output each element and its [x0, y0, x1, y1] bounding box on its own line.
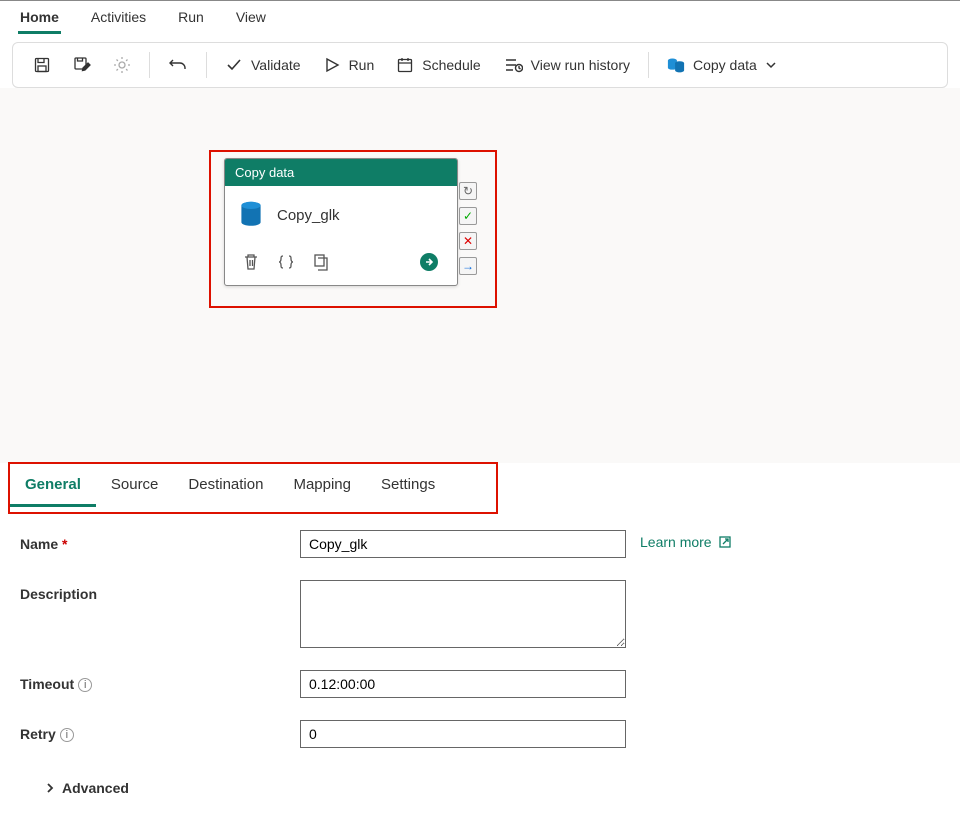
separator: [206, 52, 207, 78]
validate-button[interactable]: Validate: [217, 52, 309, 78]
braces-icon: [277, 254, 295, 270]
external-link-icon: [718, 535, 732, 549]
properties-panel: General Source Destination Mapping Setti…: [0, 463, 960, 796]
copy-data-dropdown[interactable]: Copy data: [659, 52, 785, 78]
save-as-button[interactable]: [65, 52, 99, 78]
description-input[interactable]: [300, 580, 626, 648]
database-icon: [239, 200, 263, 230]
toolbar: Validate Run Schedule View run history C…: [12, 42, 948, 88]
top-nav: Home Activities Run View: [0, 0, 960, 34]
chevron-down-icon: [765, 59, 777, 71]
tab-activities[interactable]: Activities: [89, 1, 148, 34]
activity-side-handles: ↻ ✓ ✕ →: [459, 182, 479, 275]
database-icon: [667, 56, 685, 74]
delete-activity-button[interactable]: [243, 253, 259, 274]
undo-icon: [168, 55, 188, 75]
play-icon: [323, 56, 341, 74]
separator: [149, 52, 150, 78]
check-icon: [225, 56, 243, 74]
run-activity-button[interactable]: [419, 252, 439, 275]
tab-run[interactable]: Run: [176, 1, 206, 34]
tab-home[interactable]: Home: [18, 1, 61, 34]
description-label: Description: [20, 580, 300, 602]
history-button[interactable]: View run history: [495, 52, 638, 78]
fail-handle[interactable]: ✕: [459, 232, 477, 250]
copy-activity-button[interactable]: [313, 253, 329, 274]
tab-source[interactable]: Source: [96, 463, 174, 507]
timeout-input[interactable]: [300, 670, 626, 698]
activity-card[interactable]: Copy data Copy_glk: [224, 158, 458, 286]
info-icon[interactable]: i: [78, 678, 92, 692]
pipeline-canvas[interactable]: Copy data Copy_glk ↻ ✓ ✕ →: [0, 88, 960, 463]
advanced-toggle[interactable]: Advanced: [20, 770, 940, 796]
name-label: Name: [20, 530, 300, 552]
completion-handle[interactable]: →: [459, 257, 477, 275]
tab-view[interactable]: View: [234, 1, 268, 34]
retry-label: Retryi: [20, 720, 300, 742]
tab-mapping[interactable]: Mapping: [278, 463, 366, 507]
tab-destination[interactable]: Destination: [173, 463, 278, 507]
retry-handle[interactable]: ↻: [459, 182, 477, 200]
properties-tabs: General Source Destination Mapping Setti…: [10, 463, 950, 508]
success-handle[interactable]: ✓: [459, 207, 477, 225]
run-button[interactable]: Run: [315, 52, 383, 78]
tab-general[interactable]: General: [10, 463, 96, 507]
gear-icon: [113, 56, 131, 74]
info-icon[interactable]: i: [60, 728, 74, 742]
activity-footer: [225, 244, 457, 285]
chevron-right-icon: [44, 782, 56, 794]
activity-body: Copy_glk: [225, 186, 457, 244]
save-button[interactable]: [25, 52, 59, 78]
save-pencil-icon: [73, 56, 91, 74]
save-icon: [33, 56, 51, 74]
tab-settings[interactable]: Settings: [366, 463, 450, 507]
trash-icon: [243, 253, 259, 271]
settings-button[interactable]: [105, 52, 139, 78]
advanced-label: Advanced: [62, 780, 129, 796]
learn-more-label: Learn more: [640, 534, 712, 550]
code-activity-button[interactable]: [277, 254, 295, 273]
validate-label: Validate: [251, 57, 301, 73]
history-label: View run history: [531, 57, 630, 73]
run-label: Run: [349, 57, 375, 73]
retry-input[interactable]: [300, 720, 626, 748]
history-icon: [503, 56, 523, 74]
calendar-icon: [396, 56, 414, 74]
activity-name: Copy_glk: [277, 207, 340, 224]
name-input[interactable]: [300, 530, 626, 558]
activity-type-label: Copy data: [225, 159, 457, 186]
separator: [648, 52, 649, 78]
learn-more-link[interactable]: Learn more: [640, 530, 732, 550]
general-form: Name Learn more Description Timeouti Ret…: [10, 508, 950, 796]
schedule-button[interactable]: Schedule: [388, 52, 488, 78]
copy-data-label: Copy data: [693, 57, 757, 73]
arrow-circle-icon: [419, 252, 439, 272]
schedule-label: Schedule: [422, 57, 480, 73]
undo-button[interactable]: [160, 51, 196, 79]
timeout-label: Timeouti: [20, 670, 300, 692]
copy-icon: [313, 253, 329, 271]
